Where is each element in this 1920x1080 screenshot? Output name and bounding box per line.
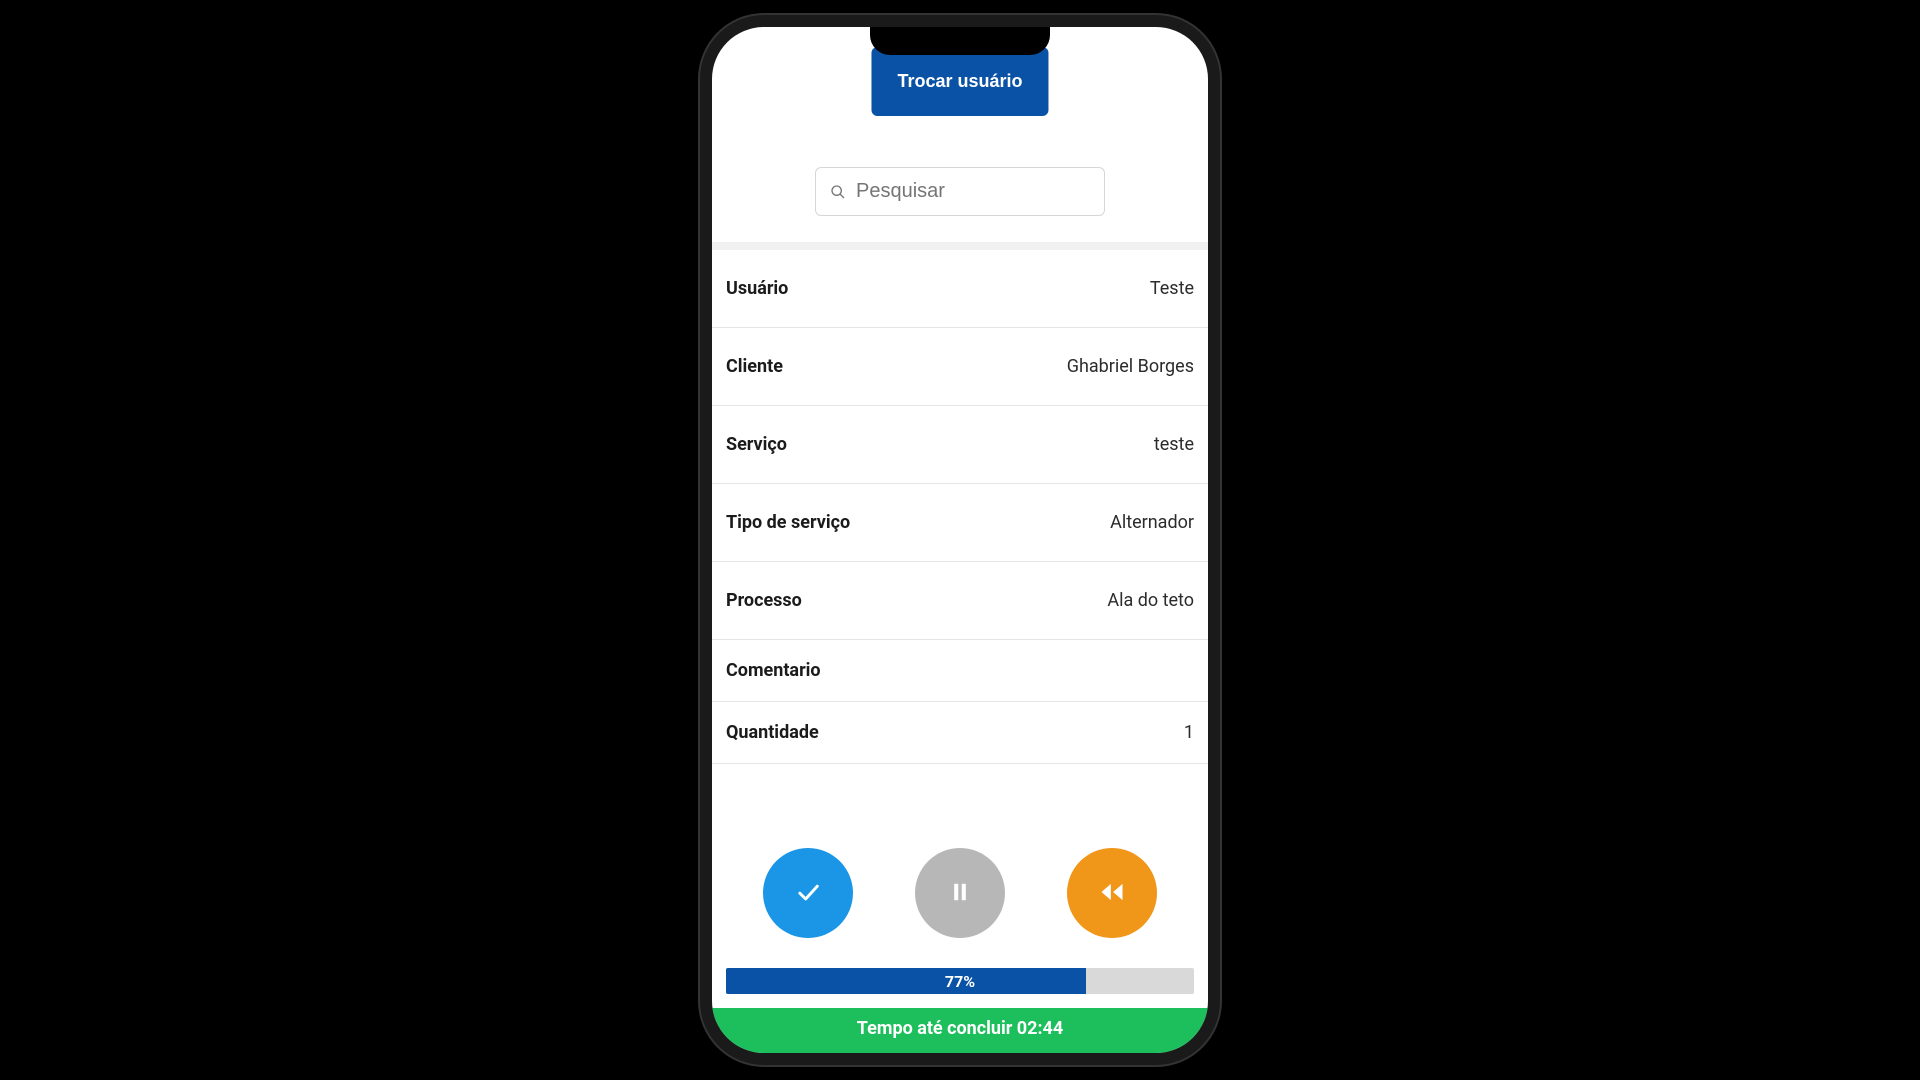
check-icon — [794, 878, 822, 909]
switch-user-button[interactable]: Trocar usuário — [871, 47, 1048, 116]
row-quantity: Quantidade 1 — [712, 702, 1208, 764]
label-quantity: Quantidade — [726, 722, 819, 743]
label-user: Usuário — [726, 278, 788, 299]
details-list: Usuário Teste Cliente Ghabriel Borges Se… — [712, 242, 1208, 824]
row-comment: Comentario — [712, 640, 1208, 702]
phone-frame: Trocar usuário Usuário Teste Cliente Gh — [700, 15, 1220, 1065]
progress-bar: 77% — [726, 968, 1194, 994]
label-service: Serviço — [726, 434, 787, 455]
row-client: Cliente Ghabriel Borges — [712, 328, 1208, 406]
search-input[interactable] — [856, 180, 1121, 203]
label-client: Cliente — [726, 356, 783, 377]
search-icon — [830, 184, 846, 200]
value-client: Ghabriel Borges — [1067, 356, 1194, 377]
confirm-button[interactable] — [763, 848, 853, 938]
phone-screen: Trocar usuário Usuário Teste Cliente Gh — [712, 27, 1208, 1053]
label-comment: Comentario — [726, 660, 821, 681]
value-service-type: Alternador — [1110, 512, 1194, 533]
value-quantity: 1 — [1184, 722, 1194, 743]
rewind-button[interactable] — [1067, 848, 1157, 938]
pause-button[interactable] — [915, 848, 1005, 938]
value-user: Teste — [1150, 278, 1194, 299]
search-box[interactable] — [815, 167, 1105, 216]
pause-icon — [946, 878, 974, 909]
rewind-icon — [1098, 878, 1126, 909]
row-service-type: Tipo de serviço Alternador — [712, 484, 1208, 562]
action-buttons — [712, 824, 1208, 968]
timer-label: Tempo até concluir 02:44 — [857, 1018, 1063, 1039]
search-container — [712, 167, 1208, 242]
phone-notch — [870, 27, 1050, 55]
timer-bar: Tempo até concluir 02:44 — [712, 1008, 1208, 1053]
label-service-type: Tipo de serviço — [726, 512, 850, 533]
label-process: Processo — [726, 590, 802, 611]
value-service: teste — [1154, 434, 1194, 455]
row-service: Serviço teste — [712, 406, 1208, 484]
progress-label: 77% — [726, 968, 1194, 994]
row-process: Processo Ala do teto — [712, 562, 1208, 640]
value-process: Ala do teto — [1107, 590, 1194, 611]
row-user: Usuário Teste — [712, 250, 1208, 328]
